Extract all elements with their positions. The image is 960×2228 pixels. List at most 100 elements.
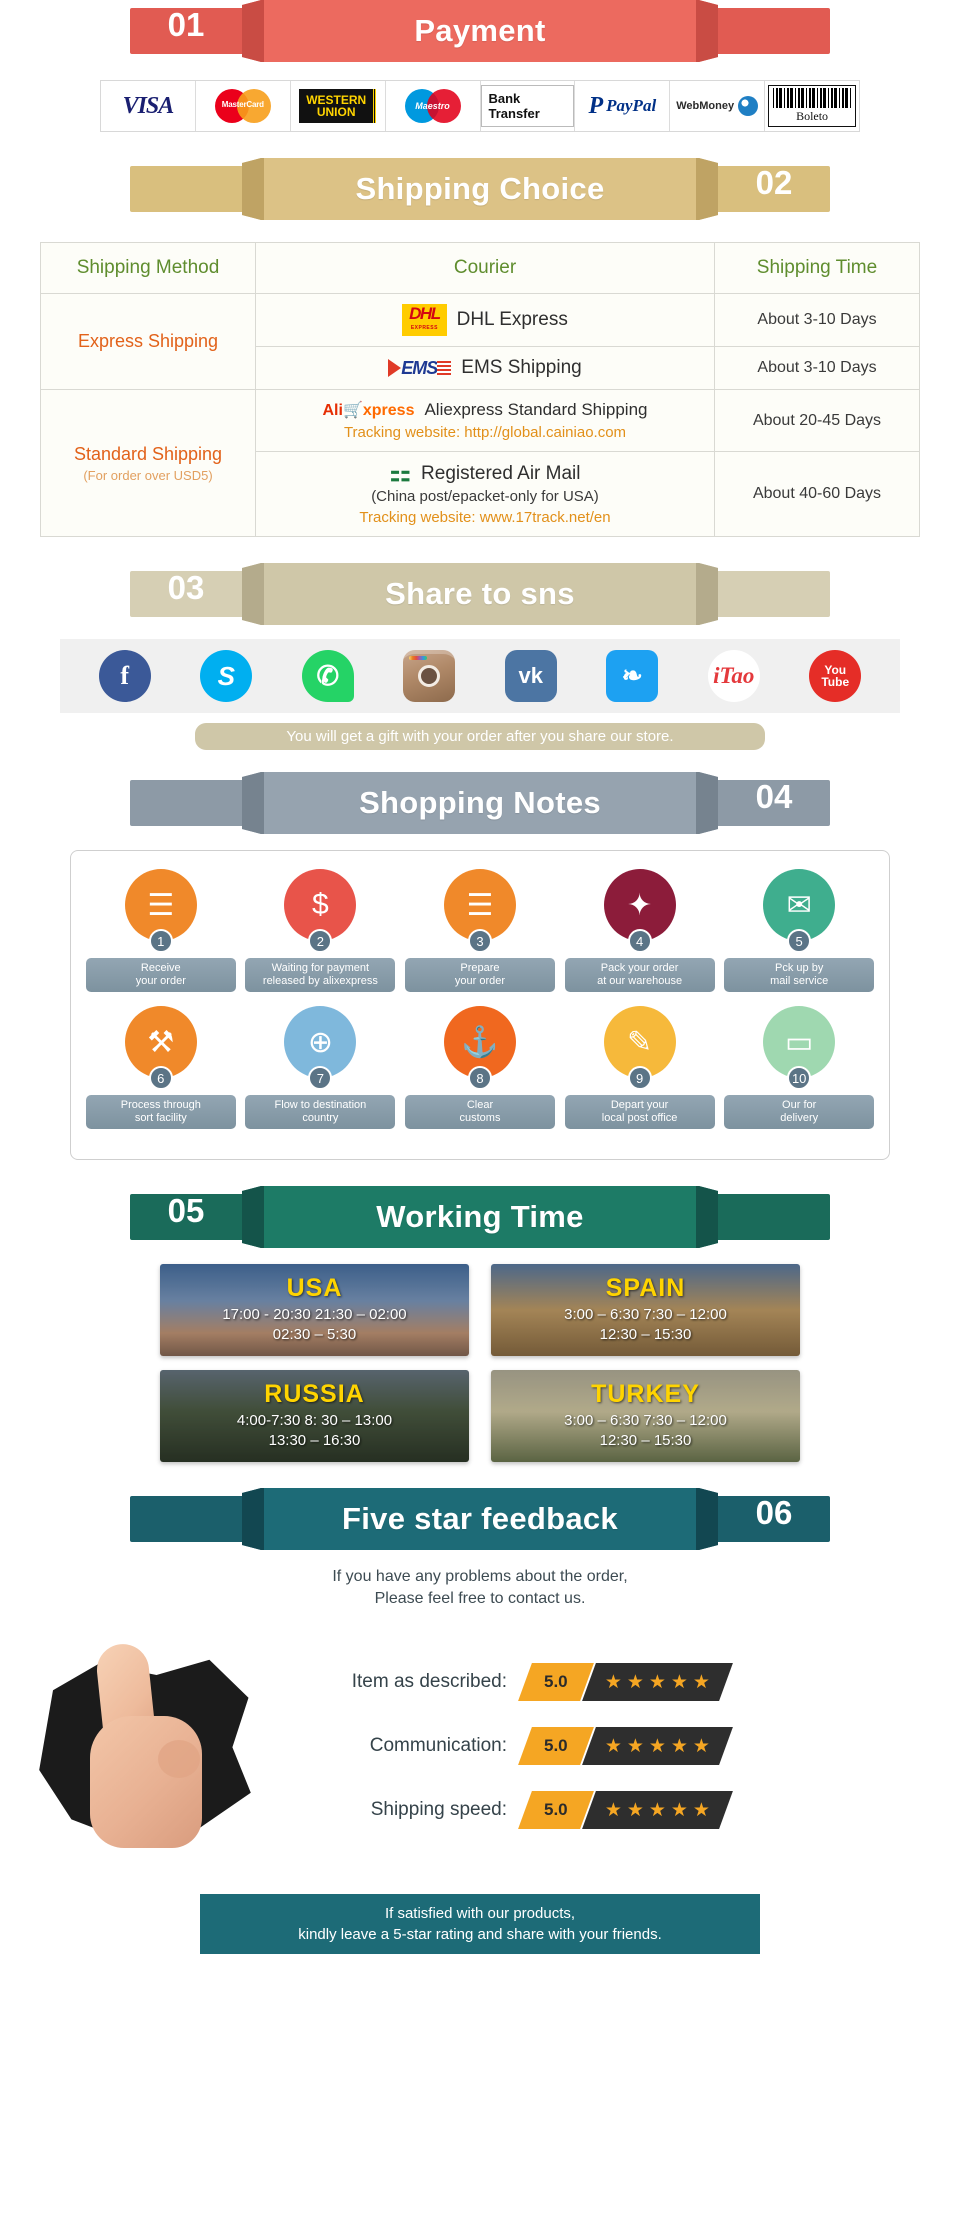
courier-ems: EMS EMS Shipping — [255, 346, 715, 390]
rating-stars: ★ ★ ★ ★ ★ — [582, 1791, 734, 1829]
working-time-card-russia: RUSSIA 4:00-7:30 8: 30 – 13:00 13:30 – 16:… — [160, 1370, 469, 1462]
instagram-icon[interactable] — [403, 650, 456, 702]
courier-name: EMS Shipping — [461, 357, 582, 378]
china-post-logo: ⚏ — [389, 460, 412, 487]
rating-score: 5.0 — [518, 1663, 594, 1701]
star-icon: ★ — [671, 1799, 689, 1821]
rating-stars: ★ ★ ★ ★ ★ — [582, 1663, 734, 1701]
section-title-feedback: Five star feedback — [342, 1501, 618, 1536]
rating-row: Shipping speed: 5.0 ★ ★ ★ ★ ★ — [300, 1791, 934, 1829]
courier-name: DHL Express — [456, 309, 568, 330]
skype-icon[interactable]: S — [200, 650, 253, 702]
tracking-link-17track[interactable]: Tracking website: www.17track.net/en — [264, 509, 706, 526]
itao-icon[interactable]: iTao — [707, 650, 760, 702]
section-title-working: Working Time — [376, 1199, 584, 1234]
facebook-icon[interactable]: f — [98, 650, 151, 702]
country-name: SPAIN — [605, 1273, 686, 1302]
courier-registered-air-mail: ⚏ Registered Air Mail (China post/epacke… — [255, 451, 715, 537]
ribbon-tail-right — [718, 571, 830, 617]
country-name: USA — [286, 1273, 343, 1302]
tracking-link-cainiao[interactable]: Tracking website: http://global.cainiao.… — [264, 424, 706, 441]
youtube-icon[interactable]: You Tube — [809, 650, 862, 702]
maestro-label: Maestro — [415, 101, 450, 111]
webmoney-globe-icon — [738, 96, 759, 116]
section-title-shipping: Shipping Choice — [355, 171, 605, 206]
column-header-shipping-time: Shipping Time — [714, 242, 920, 294]
section-banner-shipping: Shipping Choice 02 — [130, 158, 830, 220]
step-label: Pack your order at our warehouse — [564, 958, 715, 992]
boleto-label: Boleto — [796, 109, 829, 123]
working-hours: 3:00 – 6:30 7:30 – 12:00 12:30 – 15:30 — [564, 1305, 727, 1343]
shopping-note-step-4: ✦ 4 Pack your order at our warehouse — [564, 869, 715, 992]
shipping-method-express: Express Shipping — [40, 293, 256, 390]
ribbon-center-shipping: Shipping Choice — [242, 158, 718, 220]
webmoney-label: WebMoney — [676, 100, 735, 112]
method-sublabel: (For order over USD5) — [83, 467, 213, 483]
section-banner-feedback: Five star feedback 06 — [130, 1488, 830, 1550]
star-icon: ★ — [605, 1671, 623, 1693]
paypal-logo: P PayPal — [588, 94, 656, 118]
step-number: 6 — [148, 1066, 173, 1090]
dhl-logo: DHL EXPRESS — [402, 304, 447, 336]
step-number: 10 — [787, 1066, 812, 1090]
step-label: Depart your local post office — [564, 1095, 715, 1129]
working-time-card-turkey: TURKEY 3:00 – 6:30 7:30 – 12:00 12:30 – 15… — [491, 1370, 800, 1462]
rating-score: 5.0 — [518, 1727, 594, 1765]
ribbon-fold-right — [696, 0, 718, 62]
ribbon-fold-left — [242, 158, 264, 220]
shopping-note-step-2: $2 Waiting for payment released by alixexp… — [245, 869, 396, 992]
table-row: Express Shipping DHL EXPRESS DHL Express … — [40, 293, 920, 390]
shipping-time-registered-air-mail: About 40-60 Days — [714, 451, 920, 537]
country-name: RUSSIA — [264, 1379, 365, 1408]
courier-aliexpress: Ali🛒xpress Aliexpress Standard Shipping … — [255, 389, 715, 452]
youtube-tube-glyph: Tube — [821, 675, 850, 689]
working-time-card-spain: SPAIN 3:00 – 6:30 7:30 – 12:00 12:30 – 15:… — [491, 1264, 800, 1356]
rating-stars: ★ ★ ★ ★ ★ — [582, 1727, 734, 1765]
paypal-p-mark: P — [588, 93, 604, 119]
ribbon-fold-left — [242, 563, 264, 625]
shipping-method-standard: Standard Shipping (For order over USD5) — [40, 389, 256, 537]
barcode-icon — [773, 88, 852, 108]
thumbs-up-icon — [72, 1641, 222, 1859]
bank-transfer-logo: Bank Transfer — [480, 85, 575, 127]
webmoney-logo: WebMoney — [676, 96, 759, 116]
section-title-payment: Payment — [414, 13, 546, 48]
star-icon: ★ — [605, 1735, 623, 1757]
payment-method-paypal: P PayPal — [575, 81, 671, 131]
vk-icon[interactable]: vk — [504, 650, 557, 702]
thumbs-up-illustration — [0, 1616, 300, 1876]
section-title-share: Share to sns — [385, 576, 575, 611]
shopping-note-step-10: ▭ 10 Our for delivery — [724, 1006, 875, 1129]
step-label: Process through sort facility — [85, 1095, 236, 1129]
instagram-rainbow — [409, 656, 428, 660]
working-hours: 17:00 - 20:30 21:30 – 02:00 02:30 – 5:30 — [222, 1305, 407, 1343]
shopping-notes-box: ☰ 1 Receive your order $2 Waiting for payment… — [70, 850, 890, 1160]
star-icon: ★ — [627, 1735, 645, 1757]
ribbon-tail-left: 03 — [130, 571, 242, 617]
whatsapp-glyph: ✆ — [316, 660, 340, 691]
ribbon-fold-left — [242, 0, 264, 62]
working-time-card-usa: USA 17:00 - 20:30 21:30 – 02:00 02:30 – 5:… — [160, 1264, 469, 1356]
step-label: Clear customs — [404, 1095, 555, 1129]
feedback-intro-line-1: If you have any problems about the order… — [332, 1568, 628, 1585]
ribbon-fold-right — [696, 563, 718, 625]
rating-label: Item as described: — [351, 1671, 507, 1692]
ribbon-center-payment: Payment — [242, 0, 718, 62]
section-number-shipping: 02 — [755, 164, 793, 201]
ribbon-tail-right: 04 — [718, 780, 830, 826]
feedback-footer-note: If satisfied with our products, kindly l… — [200, 1894, 760, 1954]
method-label: Standard Shipping — [73, 443, 223, 464]
shopping-notes-row-1: ☰ 1 Receive your order $2 Waiting for payment… — [81, 869, 879, 992]
ribbon-tail-left — [130, 166, 242, 212]
western-union-logo: WESTERN UNION — [299, 89, 377, 123]
section-banner-notes: Shopping Notes 04 — [130, 772, 830, 834]
ribbon-center-working: Working Time — [242, 1186, 718, 1248]
itao-glyph: iTao — [713, 663, 755, 688]
star-icon: ★ — [627, 1799, 645, 1821]
courier-name: Registered Air Mail — [421, 463, 581, 484]
visa-logo: VISA — [122, 92, 175, 119]
courier-name: Aliexpress Standard Shipping — [424, 400, 648, 419]
whatsapp-icon[interactable]: ✆ — [301, 650, 354, 702]
payment-method-visa: VISA — [101, 81, 196, 131]
twitter-icon[interactable]: ❧ — [606, 650, 659, 702]
